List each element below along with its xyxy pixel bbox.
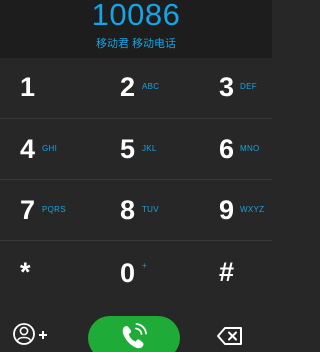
number-display: 10086 移动君 移动电话 <box>0 0 272 58</box>
key-digit: 9 <box>219 195 235 225</box>
action-bar <box>0 302 272 352</box>
keypad-row-1: 1 2 ABC 3 DEF <box>0 58 272 119</box>
key-hash[interactable]: # <box>181 241 272 301</box>
caller-info: 移动君 移动电话 <box>95 38 177 50</box>
key-digit: 8 <box>120 195 136 225</box>
key-digit: 1 <box>20 72 36 102</box>
key-digit: # <box>219 257 235 287</box>
key-digit: 7 <box>20 195 36 225</box>
key-7[interactable]: 7 PQRS <box>0 180 90 240</box>
key-8[interactable]: 8 TUV <box>90 180 181 240</box>
key-digit: 4 <box>20 134 36 164</box>
key-letters: GHI <box>42 144 58 153</box>
dialed-number[interactable]: 10086 <box>0 0 272 34</box>
key-letters: MNO <box>240 144 260 153</box>
key-letters: PQRS <box>42 205 66 214</box>
key-4[interactable]: 4 GHI <box>0 119 90 179</box>
keypad-row-4: * 0 + # <box>0 241 272 302</box>
key-9[interactable]: 9 WXYZ <box>181 180 272 240</box>
phone-call-icon <box>122 323 147 349</box>
key-digit: * <box>20 257 31 287</box>
key-digit: 2 <box>120 72 136 102</box>
key-letters: TUV <box>142 205 159 214</box>
key-letters: DEF <box>240 82 257 91</box>
dialer-screen: 10086 移动君 移动电话 1 2 ABC 3 DEF 4 GHI 5 JKL… <box>0 0 272 352</box>
add-contact-icon <box>13 323 47 345</box>
key-digit: 5 <box>120 134 136 164</box>
call-button[interactable] <box>88 316 180 352</box>
key-5[interactable]: 5 JKL <box>90 119 181 179</box>
key-2[interactable]: 2 ABC <box>90 58 181 118</box>
key-3[interactable]: 3 DEF <box>181 58 272 118</box>
keypad-row-2: 4 GHI 5 JKL 6 MNO <box>0 119 272 180</box>
key-1[interactable]: 1 <box>0 58 90 118</box>
key-0[interactable]: 0 + <box>90 241 181 301</box>
keypad: 1 2 ABC 3 DEF 4 GHI 5 JKL 6 MNO 7 PQRS 8… <box>0 58 272 302</box>
key-letters: ABC <box>142 82 160 91</box>
key-digit: 0 <box>120 258 136 288</box>
key-letters: WXYZ <box>240 205 265 214</box>
key-digit: 6 <box>219 134 235 164</box>
add-contact-button[interactable] <box>10 322 56 352</box>
keypad-row-3: 7 PQRS 8 TUV 9 WXYZ <box>0 180 272 241</box>
key-star[interactable]: * <box>0 241 90 301</box>
key-digit: 3 <box>219 72 235 102</box>
key-letters: JKL <box>142 144 157 153</box>
delete-button[interactable] <box>215 324 245 348</box>
backspace-icon <box>217 327 242 345</box>
key-6[interactable]: 6 MNO <box>181 119 272 179</box>
key-letters: + <box>142 261 147 270</box>
